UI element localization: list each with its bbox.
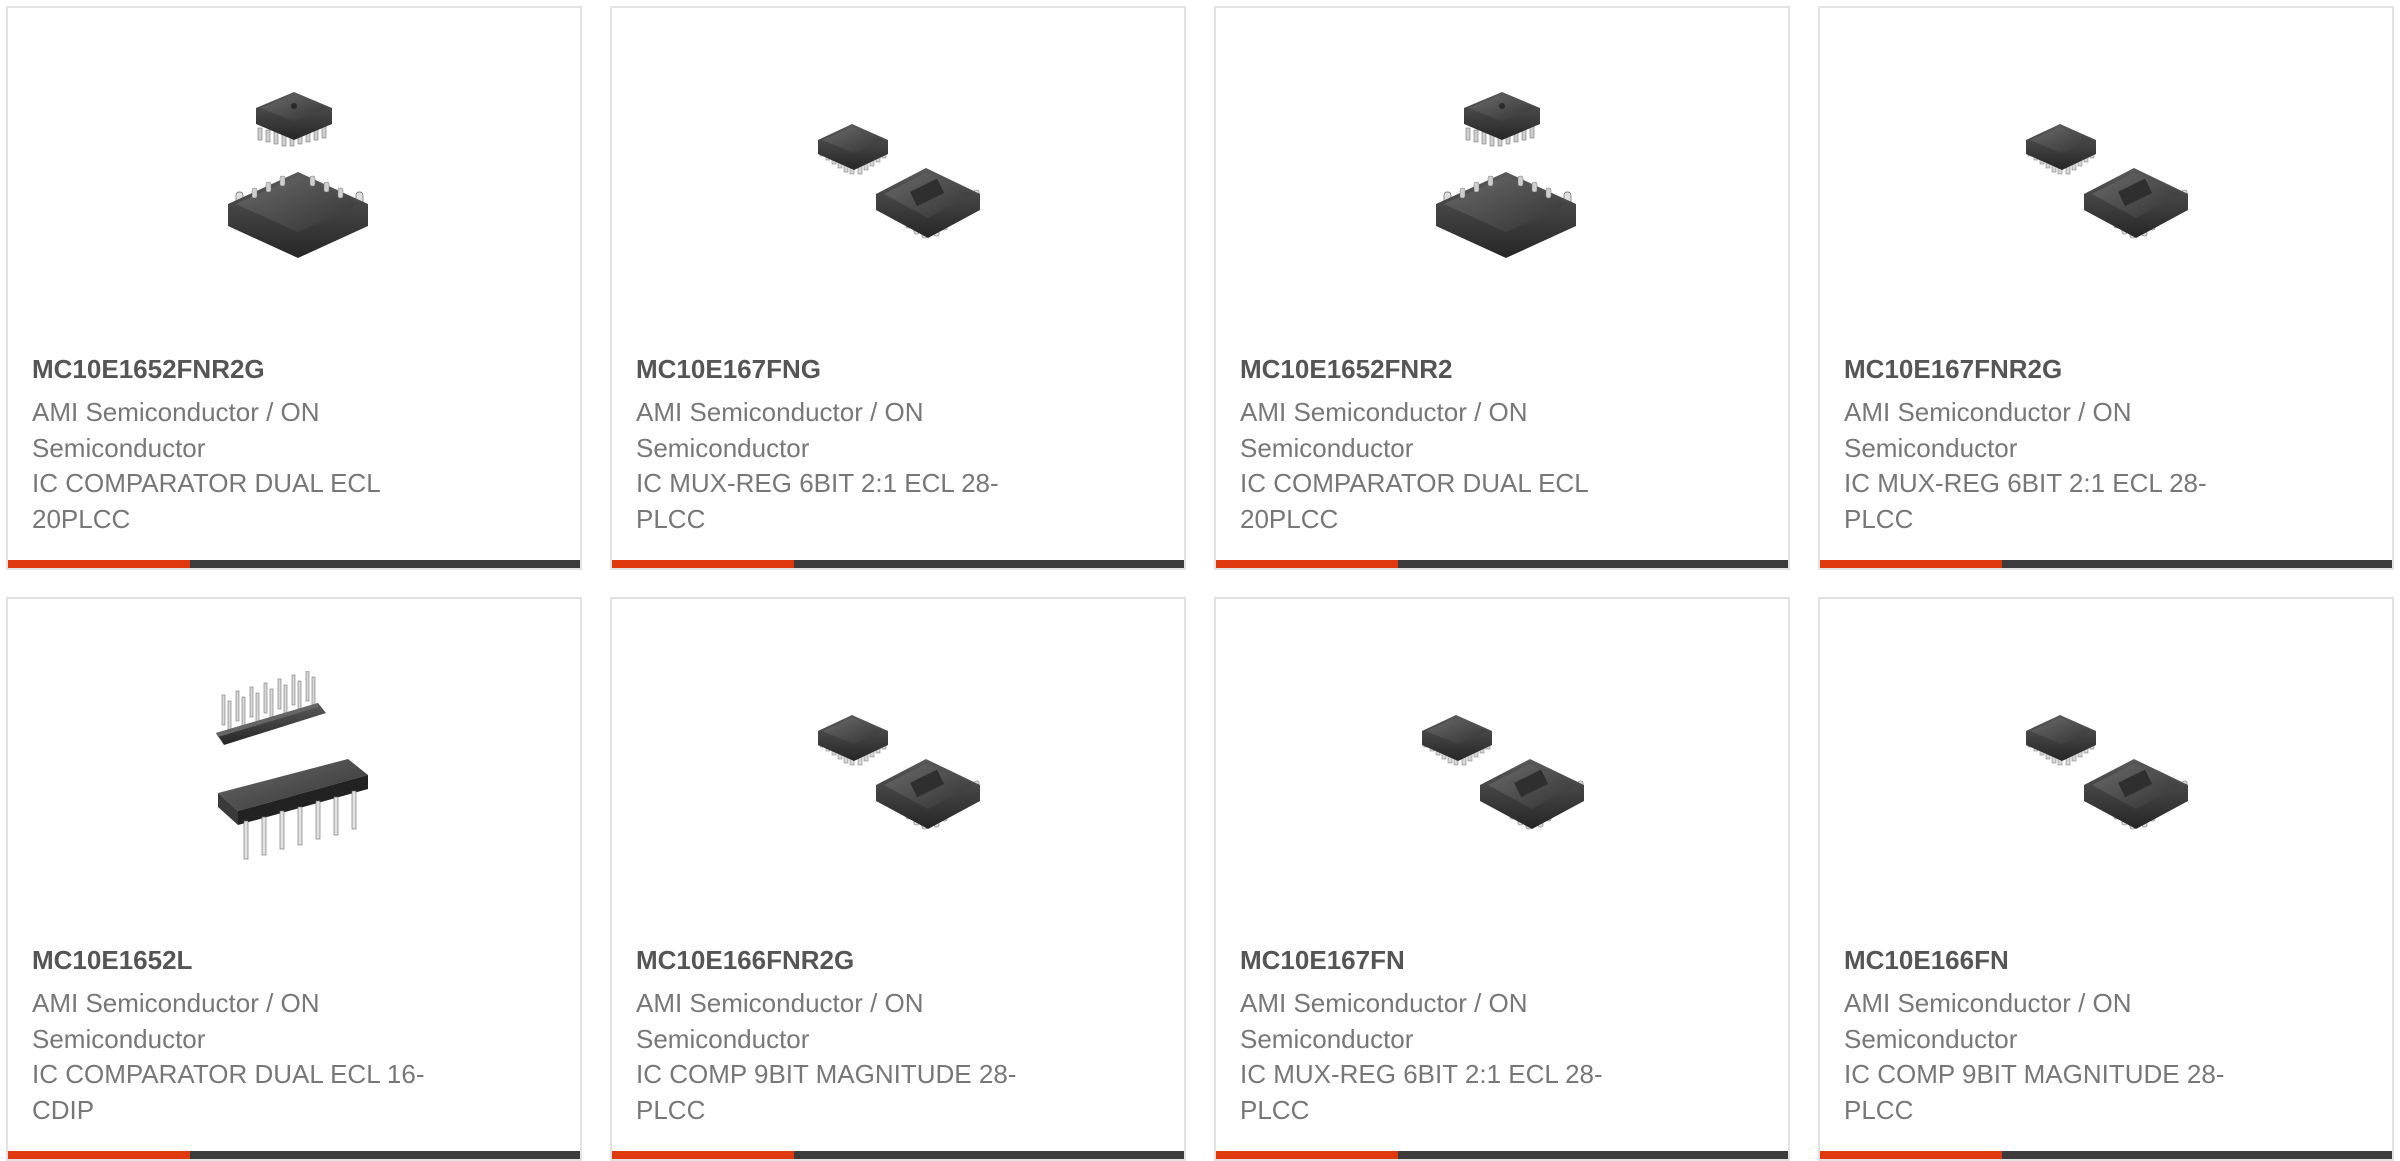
card-accent — [612, 560, 794, 568]
card-accent — [1820, 1151, 2002, 1159]
description: IC COMPARATOR DUAL ECL 20PLCC — [32, 468, 380, 534]
card-footer-bar — [612, 560, 1184, 568]
description: IC MUX-REG 6BIT 2:1 ECL 28-PLCC — [1240, 1059, 1603, 1125]
card-accent — [1216, 560, 1398, 568]
card-accent — [8, 1151, 190, 1159]
part-number[interactable]: MC10E166FNR2G — [636, 943, 854, 977]
card-accent — [612, 1151, 794, 1159]
product-grid: MC10E1652FNR2G AMI Semiconductor / ON Se… — [0, 0, 2400, 1161]
product-card[interactable]: MC10E166FN AMI Semiconductor / ON Semico… — [1818, 597, 2394, 1161]
dip-chip-pair-icon — [216, 671, 368, 860]
card-footer-bar — [1820, 560, 2392, 568]
card-accent — [8, 560, 190, 568]
product-card[interactable]: MC10E167FNR2G AMI Semiconductor / ON Sem… — [1818, 6, 2394, 570]
part-number[interactable]: MC10E166FN — [1844, 943, 2009, 977]
plcc-chip-pair-icon — [818, 124, 980, 239]
plcc-chip-stacked-icon — [1436, 92, 1576, 258]
plcc-chip-stacked-icon — [228, 92, 368, 258]
card-footer-bar — [1216, 1151, 1788, 1159]
description: IC MUX-REG 6BIT 2:1 ECL 28-PLCC — [1844, 468, 2207, 534]
plcc-chip-pair-icon — [2026, 124, 2188, 239]
manufacturer: AMI Semiconductor / ON Semiconductor — [32, 988, 320, 1054]
part-number[interactable]: MC10E1652FNR2G — [32, 352, 265, 386]
product-card[interactable]: MC10E167FNG AMI Semiconductor / ON Semic… — [610, 6, 1186, 570]
product-card[interactable]: MC10E1652FNR2G AMI Semiconductor / ON Se… — [6, 6, 582, 570]
description: IC COMPARATOR DUAL ECL 20PLCC — [1240, 468, 1588, 534]
card-footer-bar — [612, 1151, 1184, 1159]
part-number[interactable]: MC10E167FNR2G — [1844, 352, 2062, 386]
product-card[interactable]: MC10E166FNR2G AMI Semiconductor / ON Sem… — [610, 597, 1186, 1161]
description: IC COMP 9BIT MAGNITUDE 28-PLCC — [1844, 1059, 2225, 1125]
manufacturer: AMI Semiconductor / ON Semiconductor — [1844, 397, 2132, 463]
product-card[interactable]: MC10E1652FNR2 AMI Semiconductor / ON Sem… — [1214, 6, 1790, 570]
card-footer-bar — [1216, 560, 1788, 568]
plcc-chip-pair-icon — [2026, 715, 2188, 830]
description: IC COMP 9BIT MAGNITUDE 28-PLCC — [636, 1059, 1017, 1125]
manufacturer: AMI Semiconductor / ON Semiconductor — [636, 397, 924, 463]
card-footer-bar — [1820, 1151, 2392, 1159]
manufacturer: AMI Semiconductor / ON Semiconductor — [636, 988, 924, 1054]
card-accent — [1820, 560, 2002, 568]
description: IC MUX-REG 6BIT 2:1 ECL 28-PLCC — [636, 468, 999, 534]
part-number[interactable]: MC10E1652FNR2 — [1240, 352, 1452, 386]
manufacturer: AMI Semiconductor / ON Semiconductor — [1844, 988, 2132, 1054]
plcc-chip-pair-icon — [818, 715, 980, 830]
part-number[interactable]: MC10E1652L — [32, 943, 192, 977]
part-number[interactable]: MC10E167FN — [1240, 943, 1405, 977]
product-card[interactable]: MC10E1652L AMI Semiconductor / ON Semico… — [6, 597, 582, 1161]
description: IC COMPARATOR DUAL ECL 16-CDIP — [32, 1059, 425, 1125]
part-number[interactable]: MC10E167FNG — [636, 352, 821, 386]
card-footer-bar — [8, 1151, 580, 1159]
card-footer-bar — [8, 560, 580, 568]
manufacturer: AMI Semiconductor / ON Semiconductor — [1240, 988, 1528, 1054]
product-card[interactable]: MC10E167FN AMI Semiconductor / ON Semico… — [1214, 597, 1790, 1161]
manufacturer: AMI Semiconductor / ON Semiconductor — [1240, 397, 1528, 463]
card-accent — [1216, 1151, 1398, 1159]
manufacturer: AMI Semiconductor / ON Semiconductor — [32, 397, 320, 463]
plcc-chip-pair-icon — [1422, 715, 1584, 830]
